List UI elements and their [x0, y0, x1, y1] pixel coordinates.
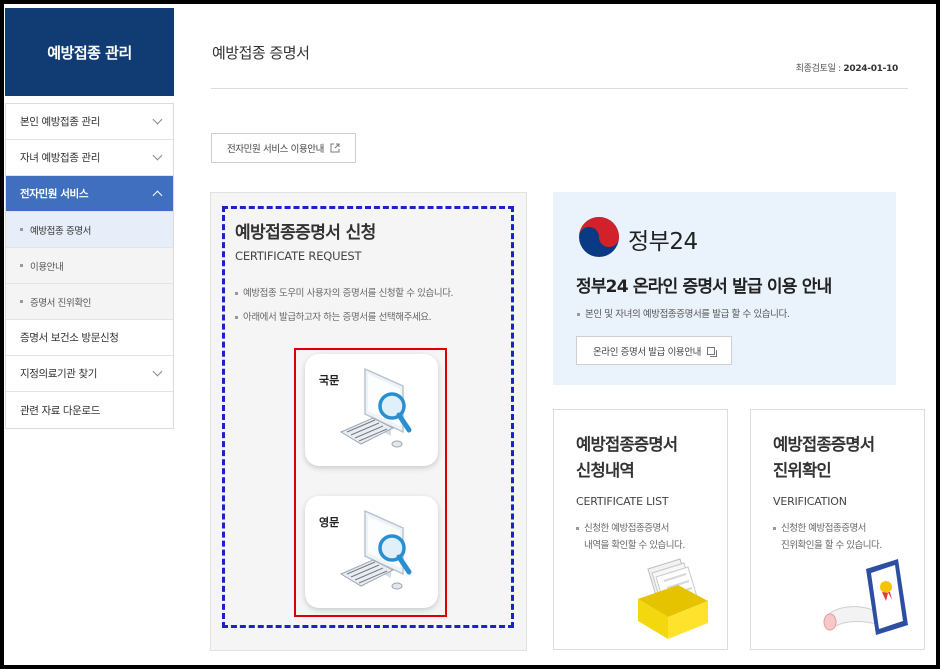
sidebar-item-label: 본인 예방접종 관리: [20, 116, 100, 128]
sidebar-item-health-center-request[interactable]: 증명서 보건소 방문신청: [6, 320, 173, 356]
header-divider: [211, 88, 908, 89]
computer-search-icon: [339, 367, 412, 448]
page-title: 예방접종 증명서: [212, 44, 310, 62]
korean-certificate-button[interactable]: 국문: [305, 354, 438, 466]
sidebar-item-label: 관련 자료 다운로드: [20, 404, 100, 417]
document-box-icon: [638, 558, 708, 639]
desc-text: 아래에서 발급하고자 하는 증명서를 선택해주세요.: [243, 312, 432, 323]
chevron-down-icon: [152, 150, 163, 161]
sidebar-item-label: 증명서 보건소 방문신청: [20, 332, 119, 344]
desc-text: 진위확인을 할 수 있습니다.: [781, 540, 882, 551]
verification-card[interactable]: 예방접종증명서 진위확인 VERIFICATION 신청한 예방접종증명서 진위…: [750, 409, 925, 650]
service-guide-button[interactable]: 전자민원 서비스 이용안내: [211, 133, 356, 163]
bullet-icon: [20, 300, 23, 303]
english-certificate-button[interactable]: 영문: [305, 496, 438, 608]
gov24-logo-text: 정부24: [628, 229, 698, 255]
bullet-icon: [20, 228, 23, 231]
verification-title: 예방접종증명서 진위확인: [773, 432, 875, 484]
desc-text: 예방접종 도우미 사용자의 증명서를 신청할 수 있습니다.: [243, 288, 454, 299]
bullet-icon: [773, 527, 776, 530]
sidebar-subitem-label: 예방접종 증명서: [30, 225, 91, 237]
sidebar-item-label: 자녀 예방접종 관리: [20, 152, 100, 164]
title-line: 예방접종증명서: [576, 435, 678, 454]
gov24-logo-icon: [579, 217, 619, 257]
desc-text: 신청한 예방접종증명서: [584, 523, 669, 534]
certificate-request-subtitle: CERTIFICATE REQUEST: [235, 249, 362, 263]
external-link-icon: [330, 143, 340, 153]
review-date-label: 최종검토일 :: [795, 64, 844, 74]
title-line: 신청내역: [576, 461, 635, 480]
bullet-icon: [235, 316, 238, 319]
gov24-heading: 정부24 온라인 증명서 발급 이용 안내: [576, 277, 832, 297]
verification-subtitle: VERIFICATION: [773, 495, 847, 508]
desc-text: 본인 및 자녀의 예방접종증명서를 발급 할 수 있습니다.: [585, 309, 790, 320]
title-line: 진위확인: [773, 461, 832, 480]
sidebar-item-downloads[interactable]: 관련 자료 다운로드: [6, 392, 173, 428]
chevron-down-icon: [152, 366, 163, 377]
sidebar-item-child-vaccination[interactable]: 자녀 예방접종 관리: [6, 140, 173, 176]
new-window-icon: [706, 346, 717, 357]
title-line: 예방접종증명서: [773, 435, 875, 454]
sidebar-subitem-label: 이용안내: [30, 261, 64, 273]
bullet-icon: [20, 264, 23, 267]
sidebar-menu: 본인 예방접종 관리 자녀 예방접종 관리 전자민원 서비스 예방접종 증명서 …: [5, 103, 174, 429]
desc-text: 신청한 예방접종증명서: [781, 523, 866, 534]
service-guide-label: 전자민원 서비스 이용안내: [227, 144, 324, 155]
sidebar-subitem-certificate[interactable]: 예방접종 증명서: [6, 212, 173, 248]
sidebar-subitem-label: 증명서 진위확인: [30, 297, 91, 309]
sidebar-subitem-usage-guide[interactable]: 이용안내: [6, 248, 173, 284]
certificate-list-desc: 신청한 예방접종증명서 내역을 확인할 수 있습니다.: [576, 520, 685, 554]
gov24-guide-button[interactable]: 온라인 증명서 발급 이용안내: [576, 336, 732, 365]
gov24-desc: 본인 및 자녀의 예방접종증명서를 발급 할 수 있습니다.: [577, 306, 790, 320]
bullet-icon: [235, 292, 238, 295]
sidebar-item-label: 전자민원 서비스: [20, 188, 89, 200]
bullet-icon: [577, 313, 580, 316]
certificate-request-title: 예방접종증명서 신청: [235, 223, 376, 243]
certificate-request-desc: 예방접종 도우미 사용자의 증명서를 신청할 수 있습니다.: [235, 285, 454, 299]
chevron-up-icon: [152, 190, 163, 201]
review-date-value: 2024-01-10: [843, 64, 898, 74]
certificate-list-card[interactable]: 예방접종증명서 신청내역 CERTIFICATE LIST 신청한 예방접종증명…: [553, 409, 728, 650]
certificate-request-desc: 아래에서 발급하고자 하는 증명서를 선택해주세요.: [235, 309, 432, 323]
gov24-guide-label: 온라인 증명서 발급 이용안내: [593, 346, 701, 358]
sidebar-item-label: 지정의료기관 찾기: [20, 368, 98, 380]
certificate-list-subtitle: CERTIFICATE LIST: [576, 495, 669, 508]
sidebar-item-find-institution[interactable]: 지정의료기관 찾기: [6, 356, 173, 392]
verification-desc: 신청한 예방접종증명서 진위확인을 할 수 있습니다.: [773, 520, 882, 554]
desc-text: 내역을 확인할 수 있습니다.: [584, 540, 685, 551]
sidebar-item-self-vaccination[interactable]: 본인 예방접종 관리: [6, 104, 173, 140]
review-date: 최종검토일 : 2024-01-10: [795, 61, 899, 74]
chevron-down-icon: [152, 114, 163, 125]
certificate-list-title: 예방접종증명서 신청내역: [576, 432, 678, 484]
sidebar-title: 예방접종 관리: [5, 8, 174, 96]
sidebar-item-e-civil-service[interactable]: 전자민원 서비스: [6, 176, 173, 212]
sidebar-subitem-verification[interactable]: 증명서 진위확인: [6, 284, 173, 320]
bullet-icon: [576, 527, 579, 530]
certificate-frame-icon: [823, 559, 908, 635]
computer-search-icon: [339, 509, 412, 590]
